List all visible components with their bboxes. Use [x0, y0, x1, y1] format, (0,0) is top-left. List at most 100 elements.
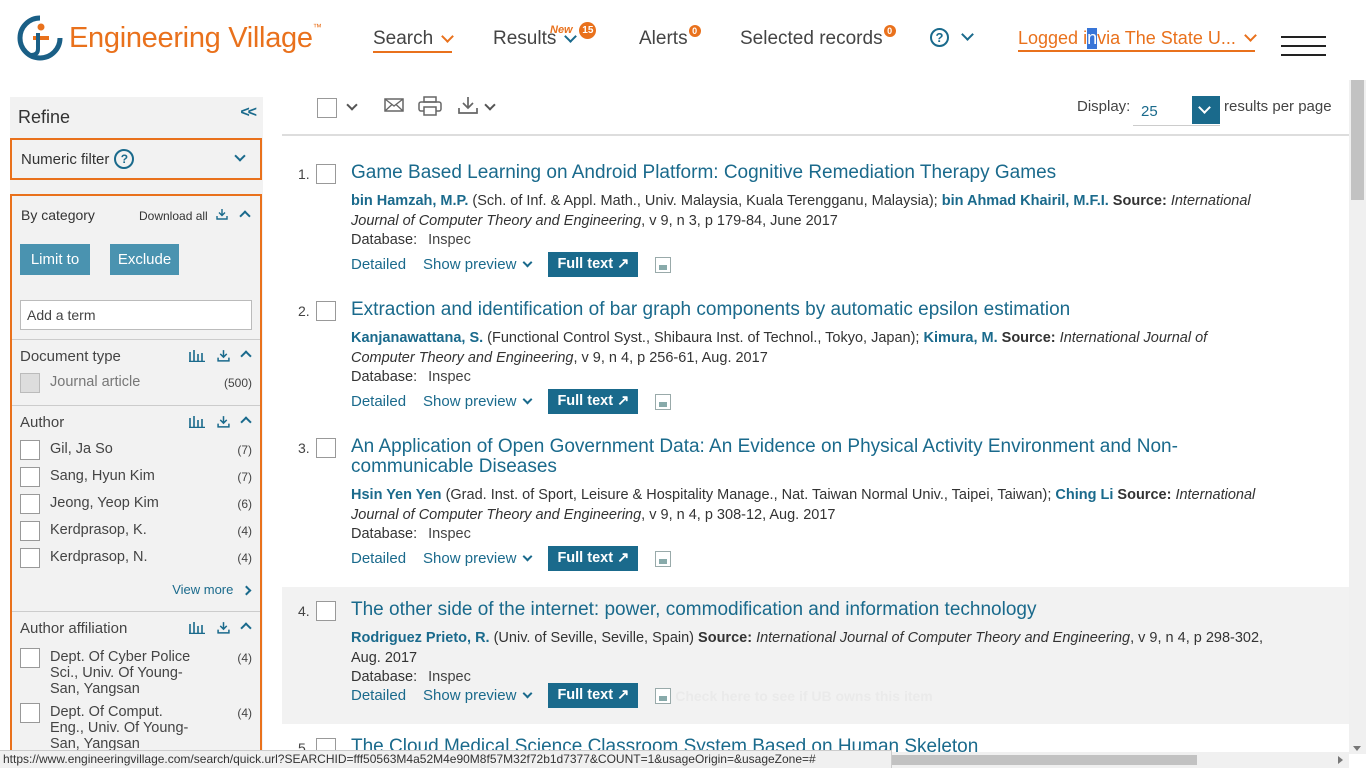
facet-author-affiliation[interactable]: Author affiliation — [12, 611, 260, 641]
view-more-link[interactable]: View more — [172, 582, 252, 597]
chevron-up-icon[interactable] — [240, 349, 252, 362]
results-count-badge: 15 — [579, 21, 597, 39]
facet-item[interactable]: Jeong, Yeop Kim (6) — [20, 494, 252, 516]
chevron-down-icon[interactable] — [484, 99, 496, 111]
ub-owns-link[interactable]: Check here to see if UB owns this item — [675, 688, 933, 704]
broken-image-icon[interactable] — [655, 393, 672, 410]
facet-item[interactable]: Dept. Of Cyber Police Sci., Univ. Of You… — [20, 648, 252, 698]
engineering-village-logo[interactable]: Engineering Village™ — [17, 15, 322, 61]
scroll-right-arrow-icon[interactable] — [1338, 756, 1343, 764]
broken-image-icon[interactable] — [655, 687, 672, 704]
author-affiliation: (Functional Control Syst., Shibaura Inst… — [483, 330, 924, 346]
results-per-page-select[interactable]: 25 — [1133, 96, 1220, 126]
author-link[interactable]: bin Hamzah, M.P. — [351, 193, 468, 209]
facet-document-type[interactable]: Document type — [12, 339, 260, 369]
author-link[interactable]: Hsin Yen Yen — [351, 487, 442, 503]
author-affiliation: (Sch. of Inf. & Appl. Math., Univ. Malay… — [468, 193, 942, 209]
result-checkbox[interactable] — [316, 164, 336, 184]
hamburger-menu-icon[interactable] — [1281, 36, 1326, 63]
facet-item[interactable]: Dept. Of Comput. Eng., Univ. Of Young-Sa… — [20, 703, 252, 753]
show-preview-button[interactable]: Show preview — [423, 393, 533, 410]
facet-item[interactable]: Journal article (500) — [20, 373, 252, 395]
checkbox[interactable] — [20, 440, 40, 460]
selected-count-badge: 0 — [883, 25, 896, 37]
result-checkbox[interactable] — [316, 438, 336, 458]
result-checkbox[interactable] — [316, 601, 336, 621]
bar-chart-icon[interactable] — [189, 349, 205, 362]
detailed-link[interactable]: Detailed — [351, 393, 406, 410]
download-icon[interactable] — [217, 415, 230, 428]
author-link[interactable]: Rodriguez Prieto, R. — [351, 630, 490, 646]
download-all-label: Download all — [139, 209, 208, 223]
result-title[interactable]: Extraction and identification of bar gra… — [351, 300, 1251, 320]
show-preview-button[interactable]: Show preview — [423, 550, 533, 567]
broken-image-icon[interactable] — [655, 256, 672, 273]
download-icon[interactable] — [458, 96, 478, 120]
download-icon[interactable] — [217, 349, 230, 362]
chevron-up-icon[interactable] — [240, 621, 252, 634]
checkbox[interactable] — [20, 703, 40, 723]
nav-help[interactable]: ? — [930, 28, 974, 47]
facet-item[interactable]: Kerdprasop, K. (4) — [20, 521, 252, 543]
print-icon[interactable] — [418, 96, 442, 122]
collapse-sidebar-button[interactable]: << — [240, 104, 257, 122]
facet-item[interactable]: Kerdprasop, N. (4) — [20, 548, 252, 570]
facet-author[interactable]: Author — [12, 405, 260, 435]
chevron-down-icon — [522, 551, 533, 562]
scroll-down-arrow-icon[interactable] — [1353, 746, 1361, 751]
select-all-checkbox[interactable] — [317, 98, 337, 118]
author-link[interactable]: bin Ahmad Khairil, M.F.I. — [942, 193, 1109, 209]
nav-selected-records[interactable]: Selected records 0 — [740, 25, 896, 50]
nav-search[interactable]: Search — [373, 28, 455, 53]
limit-to-button[interactable]: Limit to — [20, 244, 90, 275]
facet-item[interactable]: Sang, Hyun Kim (7) — [20, 467, 252, 489]
nav-results[interactable]: New Results 15 — [493, 21, 597, 50]
checkbox[interactable] — [20, 521, 40, 541]
result-title[interactable]: The other side of the internet: power, c… — [351, 600, 1251, 620]
bar-chart-icon[interactable] — [189, 415, 205, 428]
show-preview-button[interactable]: Show preview — [423, 687, 533, 704]
author-link[interactable]: Kimura, M. — [924, 330, 998, 346]
checkbox[interactable] — [20, 373, 40, 393]
detailed-link[interactable]: Detailed — [351, 256, 406, 273]
view-more-label: View more — [172, 582, 234, 597]
author-link[interactable]: Ching Li — [1055, 487, 1113, 503]
chevron-up-icon[interactable] — [240, 415, 252, 428]
show-preview-button[interactable]: Show preview — [423, 256, 533, 273]
detailed-link[interactable]: Detailed — [351, 687, 406, 704]
checkbox[interactable] — [20, 548, 40, 568]
email-icon[interactable] — [384, 96, 404, 119]
show-preview-label: Show preview — [423, 393, 517, 410]
chevron-right-icon — [241, 585, 252, 596]
result-title[interactable]: Game Based Learning on Android Platform:… — [351, 163, 1251, 183]
result-actions: Detailed Show preview Full text ↗ Check … — [351, 683, 933, 708]
checkbox[interactable] — [20, 494, 40, 514]
by-category-title: By category — [21, 207, 95, 223]
broken-image-icon[interactable] — [655, 550, 672, 567]
download-all-link[interactable]: Download all — [139, 208, 252, 223]
add-term-input[interactable]: Add a term — [20, 300, 252, 330]
bar-chart-icon[interactable] — [189, 621, 205, 634]
result-checkbox[interactable] — [316, 301, 336, 321]
scrollbar-thumb[interactable] — [1351, 80, 1364, 200]
facet-item[interactable]: Gil, Ja So (7) — [20, 440, 252, 462]
detailed-link[interactable]: Detailed — [351, 550, 406, 567]
result-title[interactable]: An Application of Open Government Data: … — [351, 437, 1251, 477]
checkbox[interactable] — [20, 648, 40, 668]
help-icon[interactable]: ? — [114, 149, 135, 169]
nav-alerts[interactable]: Alerts 0 — [639, 25, 701, 50]
vertical-scrollbar[interactable] — [1349, 80, 1366, 754]
author-link[interactable]: Kanjanawattana, S. — [351, 330, 483, 346]
nav-login-status[interactable]: Logged in via The State U... — [1018, 28, 1257, 52]
horizontal-scrollbar[interactable] — [892, 752, 1349, 768]
scrollbar-thumb[interactable] — [892, 755, 1197, 765]
checkbox[interactable] — [20, 467, 40, 487]
external-link-icon: ↗ — [617, 550, 630, 566]
chevron-down-icon[interactable] — [346, 99, 358, 111]
full-text-button[interactable]: Full text ↗ — [548, 683, 639, 708]
download-icon[interactable] — [217, 621, 230, 634]
full-text-button[interactable]: Full text ↗ — [548, 546, 639, 571]
chevron-up-icon[interactable] — [239, 210, 252, 222]
exclude-button[interactable]: Exclude — [110, 244, 179, 275]
numeric-filter[interactable]: Numeric filter ? — [10, 138, 262, 180]
